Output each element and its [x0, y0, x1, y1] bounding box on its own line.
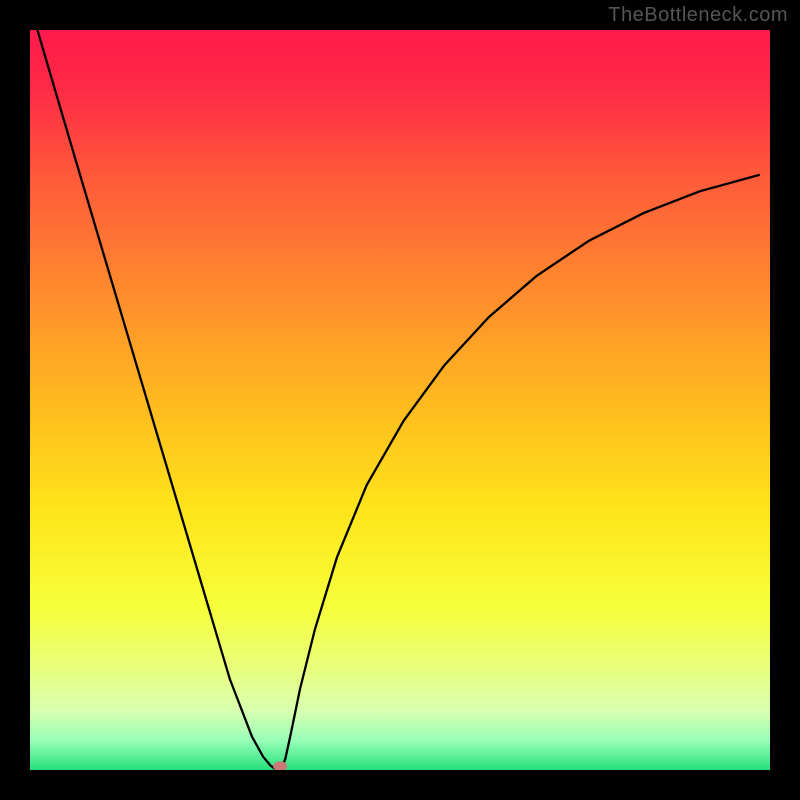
- chart-stage: TheBottleneck.com: [0, 0, 800, 800]
- gradient-background: [30, 30, 770, 770]
- chart-svg: [30, 30, 770, 770]
- plot-area: [30, 30, 770, 770]
- watermark-text: TheBottleneck.com: [608, 4, 788, 27]
